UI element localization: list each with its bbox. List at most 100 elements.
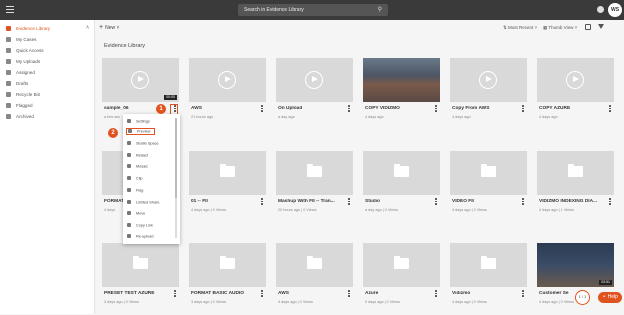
media-card[interactable]: Azure 0 days ago | 0 Views [363, 243, 440, 315]
media-card[interactable]: Studio a day ago | 0 Views [363, 151, 440, 223]
card-title[interactable]: Customer Se [539, 291, 605, 296]
more-options-icon[interactable] [261, 198, 263, 206]
card-title[interactable]: AWS [278, 291, 344, 296]
more-options-icon[interactable] [522, 105, 524, 113]
thumbnail[interactable] [450, 58, 527, 102]
more-options-icon[interactable] [261, 105, 263, 113]
thumbnail[interactable] [450, 243, 527, 287]
menu-item-clip[interactable]: Clip [127, 176, 143, 181]
card-title[interactable]: AWS [191, 106, 257, 111]
thumbnail[interactable]: 03:51 [537, 243, 614, 287]
pagination-indicator[interactable]: 1 / 1 [575, 290, 590, 305]
more-options-icon[interactable] [174, 290, 176, 298]
avatar[interactable]: WS [608, 3, 622, 17]
more-options-icon[interactable] [348, 290, 350, 298]
card-title[interactable]: Studio [365, 199, 431, 204]
help-button[interactable]: ⚬ Help [598, 292, 622, 303]
thumbnail[interactable] [102, 243, 179, 287]
sidebar-item-archived[interactable]: Archived [0, 111, 94, 122]
card-title[interactable]: Vidizmo [452, 291, 518, 296]
card-title[interactable]: VIDEO FII [452, 199, 518, 204]
thumbnail[interactable] [189, 243, 266, 287]
play-icon[interactable] [566, 71, 584, 89]
menu-item-move[interactable]: Move [127, 211, 145, 216]
media-card[interactable]: On Upload a day ago [276, 58, 353, 130]
menu-item-preview[interactable]: Preview [126, 128, 155, 135]
play-icon[interactable] [479, 71, 497, 89]
more-options-icon[interactable] [435, 198, 437, 206]
notification-icon[interactable] [597, 6, 604, 13]
thumbnail[interactable] [276, 58, 353, 102]
menu-item-copy-link[interactable]: Copy Link [127, 223, 153, 228]
search-icon[interactable]: ⚲ [378, 6, 382, 13]
media-card[interactable]: AWS 4 days ago | 0 Views [276, 243, 353, 315]
sidebar-item-recycle-bin[interactable]: Recycle Bin [0, 89, 94, 100]
more-options-icon[interactable] [435, 290, 437, 298]
card-title[interactable]: PRESET TEST AZURE [104, 291, 170, 296]
menu-item-limited-share[interactable]: Limited Share [127, 200, 159, 205]
thumbnail[interactable] [189, 58, 266, 102]
media-card[interactable]: Mashup With FII -- Tran... 20 hours ago … [276, 151, 353, 223]
play-icon[interactable] [131, 71, 149, 89]
more-options-icon[interactable] [348, 198, 350, 206]
sidebar-item-quick-access[interactable]: Quick Access [0, 45, 94, 56]
more-options-icon[interactable] [522, 198, 524, 206]
thumbnail[interactable] [276, 243, 353, 287]
thumbnail[interactable] [363, 243, 440, 287]
media-card[interactable]: Vidizmo 4 days ago | 0 Views [450, 243, 527, 315]
menu-item-settings[interactable]: Settings [127, 119, 150, 124]
new-button[interactable]: + New ˅ [99, 24, 119, 31]
media-card[interactable]: COPY AZURE 4 days ago [537, 58, 614, 130]
media-card[interactable]: 01 -- FII 4 days ago | 0 Views [189, 151, 266, 223]
menu-item-mosaic[interactable]: Mosaic [127, 164, 148, 169]
more-options-icon[interactable] [261, 290, 263, 298]
thumbnail[interactable] [189, 151, 266, 195]
card-title[interactable]: On Upload [278, 106, 344, 111]
hamburger-menu-icon[interactable] [6, 6, 14, 13]
menu-scrollbar[interactable] [175, 118, 177, 238]
play-icon[interactable] [218, 71, 236, 89]
search-input[interactable]: Search in Evidence Library ⚲ [238, 4, 388, 16]
media-card[interactable]: FORMAT BASIC AUDIO 3 days ago | 0 Views [189, 243, 266, 315]
media-card[interactable]: VIDIZMO INDEXING DIA... 4 days ago | 1 V… [537, 151, 614, 223]
media-card[interactable]: AWS 21 hours ago [189, 58, 266, 130]
thumbnail[interactable] [363, 151, 440, 195]
chevron-up-icon[interactable]: ˄ [86, 23, 89, 34]
more-options-icon[interactable] [348, 105, 350, 113]
more-options-icon[interactable] [609, 198, 611, 206]
menu-item-flag[interactable]: Flag [127, 188, 143, 193]
media-card[interactable]: 03:51 Customer Se 4 days ago | 0 Views [537, 243, 614, 315]
media-card[interactable]: PRESET TEST AZURE 3 days ago | 0 Views [102, 243, 179, 315]
sidebar-item-flagged[interactable]: Flagged [0, 100, 94, 111]
sidebar-item-my-cases[interactable]: My Cases [0, 34, 94, 45]
card-title[interactable]: COPY VIDIZMO [365, 106, 431, 111]
sidebar-item-drafts[interactable]: Drafts [0, 78, 94, 89]
more-options-icon[interactable] [609, 105, 611, 113]
media-card[interactable]: Copy From AWS 4 days ago [450, 58, 527, 130]
sidebar-item-my-uploads[interactable]: My Uploads [0, 56, 94, 67]
menu-item-redact[interactable]: Redact [127, 153, 148, 158]
refresh-icon[interactable] [585, 24, 591, 30]
card-title[interactable]: Azure [365, 291, 431, 296]
thumbnail[interactable] [450, 151, 527, 195]
menu-item-studio-space[interactable]: Studio Space [127, 141, 159, 146]
card-title[interactable]: VIDIZMO INDEXING DIA... [539, 199, 605, 204]
media-card[interactable]: VIDEO FII 4 days ago | 0 Views [450, 151, 527, 223]
more-options-icon[interactable] [435, 105, 437, 113]
thumbnail[interactable]: 00:00 [102, 58, 179, 102]
card-title[interactable]: Copy From AWS [452, 106, 518, 111]
thumbnail[interactable] [276, 151, 353, 195]
filter-icon[interactable] [598, 24, 604, 29]
card-title[interactable]: 01 -- FII [191, 199, 257, 204]
thumbnail[interactable] [537, 58, 614, 102]
sidebar-item-assigned[interactable]: Assigned [0, 67, 94, 78]
sidebar-item-evidence-library[interactable]: Evidence Library ˄ [0, 23, 94, 34]
play-icon[interactable] [305, 71, 323, 89]
menu-item-re-upload[interactable]: Re-upload [127, 234, 154, 239]
view-dropdown[interactable]: ▦ Thumb View ˅ [543, 25, 577, 31]
sort-dropdown[interactable]: ⇅ Most Recent ˅ [503, 25, 537, 31]
card-title[interactable]: FORMAT BASIC AUDIO [191, 291, 257, 296]
more-options-icon[interactable] [522, 290, 524, 298]
thumbnail[interactable] [537, 151, 614, 195]
card-title[interactable]: Mashup With FII -- Tran... [278, 199, 344, 204]
